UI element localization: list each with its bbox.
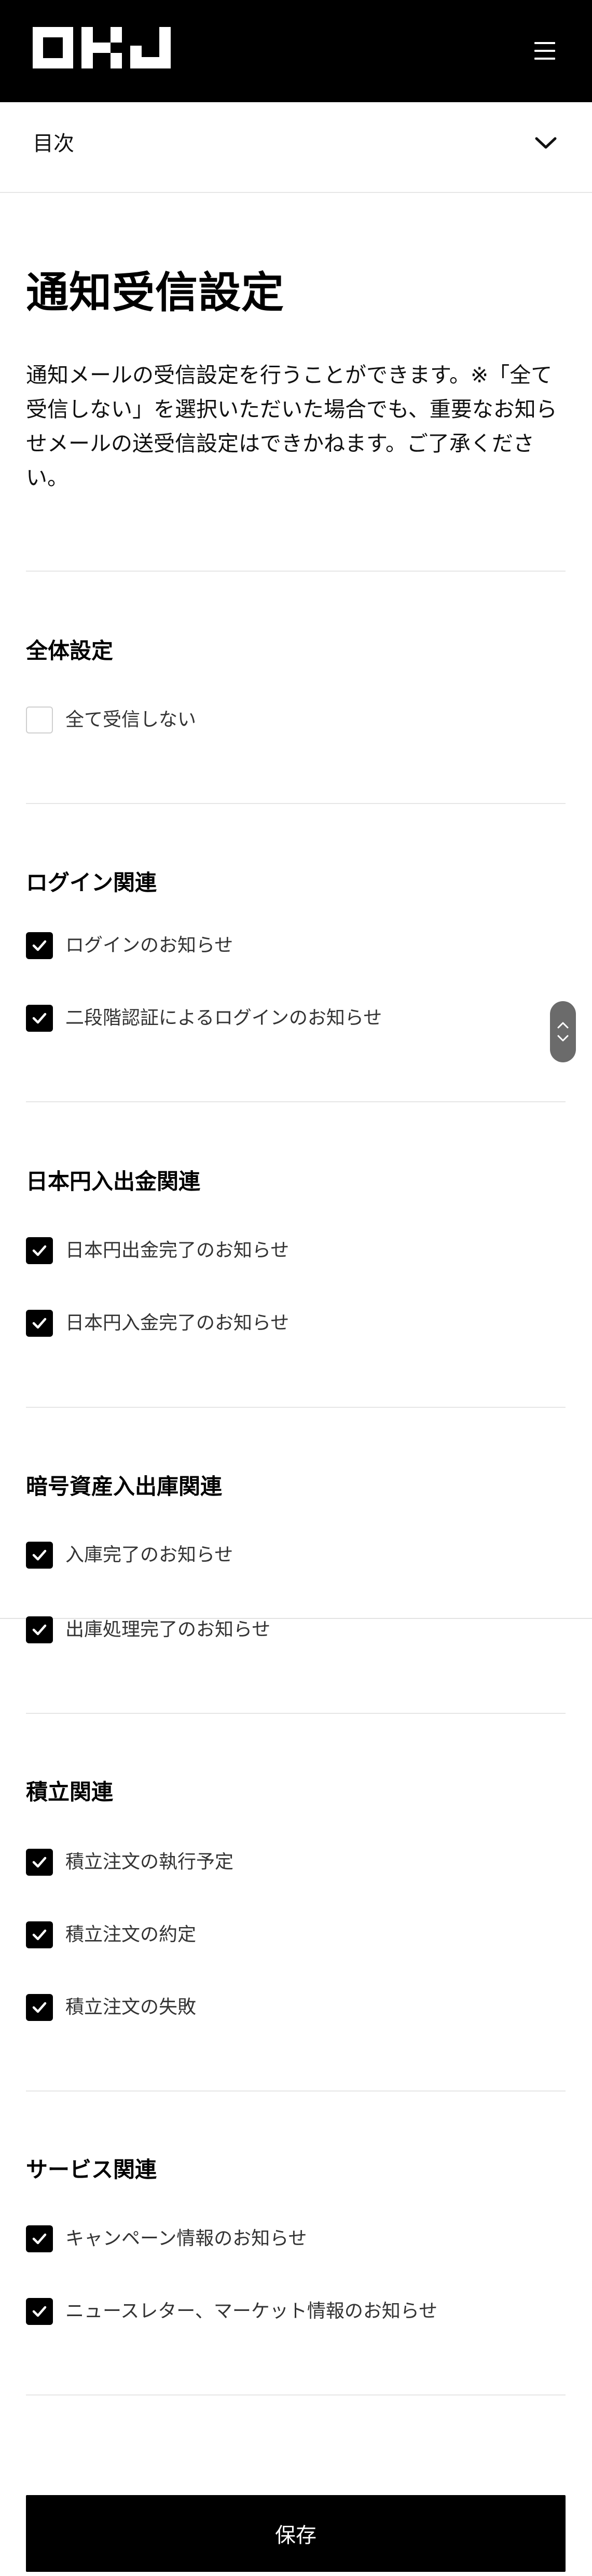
checkbox-checked[interactable] xyxy=(26,1310,53,1337)
section-title-login: ログイン関連 xyxy=(26,870,157,895)
option-jpy-withdraw[interactable]: 日本円出金完了のお知らせ xyxy=(26,1236,289,1265)
checkmark-icon xyxy=(32,2233,47,2245)
checkmark-icon xyxy=(32,940,47,951)
checkmark-icon xyxy=(32,1318,47,1329)
divider xyxy=(26,2090,566,2092)
checkbox-unchecked[interactable] xyxy=(26,707,53,733)
page-title: 通知受信設定 xyxy=(26,268,285,317)
chevron-down-icon[interactable] xyxy=(534,136,557,150)
option-accum-filled[interactable]: 積立注文の約定 xyxy=(26,1920,196,1949)
divider xyxy=(26,2394,566,2395)
section-title-crypto: 暗号資産入出庫関連 xyxy=(26,1474,223,1499)
option-receive-none[interactable]: 全て受信しない xyxy=(26,705,196,735)
section-title-accumulation: 積立関連 xyxy=(26,1779,114,1805)
option-crypto-deposit[interactable]: 入庫完了のお知らせ xyxy=(26,1541,233,1570)
option-newsletter[interactable]: ニュースレター、マーケット情報のお知らせ xyxy=(26,2297,437,2326)
checkmark-icon xyxy=(32,1624,47,1636)
option-campaign[interactable]: キャンペーン情報のお知らせ xyxy=(26,2224,307,2253)
option-label: 二段階認証によるログインのお知らせ xyxy=(65,1007,382,1029)
checkmark-icon xyxy=(32,1929,47,1941)
site-header xyxy=(0,0,592,102)
option-2fa-login-notice[interactable]: 二段階認証によるログインのお知らせ xyxy=(26,1004,382,1033)
checkmark-icon xyxy=(32,1013,47,1024)
option-label: 全て受信しない xyxy=(65,709,197,730)
option-label: 日本円出金完了のお知らせ xyxy=(65,1240,290,1261)
scroll-up-down-widget[interactable] xyxy=(550,1001,576,1062)
divider xyxy=(26,1407,566,1408)
option-label: キャンペーン情報のお知らせ xyxy=(65,2228,307,2249)
checkbox-checked[interactable] xyxy=(26,2298,53,2325)
chevron-down-icon[interactable] xyxy=(556,1034,570,1043)
hamburger-icon xyxy=(534,42,555,44)
checkbox-checked[interactable] xyxy=(26,2225,53,2252)
section-title-service: サービス関連 xyxy=(26,2157,157,2182)
option-accum-failed[interactable]: 積立注文の失敗 xyxy=(26,1993,196,2022)
checkbox-checked[interactable] xyxy=(26,1542,53,1569)
checkbox-checked[interactable] xyxy=(26,1921,53,1948)
checkmark-icon xyxy=(32,1245,47,1256)
divider xyxy=(26,571,566,572)
chevron-up-icon[interactable] xyxy=(556,1020,570,1030)
option-label: 日本円入金完了のお知らせ xyxy=(65,1312,290,1334)
option-label: 入庫完了のお知らせ xyxy=(65,1544,233,1566)
checkmark-icon xyxy=(32,2306,47,2317)
toc-dropdown[interactable]: 目次 xyxy=(0,102,592,193)
okj-logo[interactable] xyxy=(33,27,171,68)
option-label: 積立注文の執行予定 xyxy=(65,1851,234,1873)
option-label: 積立注文の約定 xyxy=(65,1924,197,1945)
option-label: 積立注文の失敗 xyxy=(65,1997,197,2018)
checkmark-icon xyxy=(32,2002,47,2013)
checkbox-checked[interactable] xyxy=(26,1616,53,1643)
hamburger-menu-button[interactable] xyxy=(529,36,560,65)
divider xyxy=(26,1713,566,1714)
checkbox-checked[interactable] xyxy=(26,1849,53,1876)
toc-label: 目次 xyxy=(33,132,74,156)
divider xyxy=(26,1101,566,1102)
save-button[interactable]: 保存 xyxy=(26,2495,566,2572)
divider xyxy=(26,803,566,804)
section-title-overall: 全体設定 xyxy=(26,638,114,663)
checkbox-checked[interactable] xyxy=(26,1237,53,1264)
checkmark-icon xyxy=(32,1549,47,1561)
option-jpy-deposit[interactable]: 日本円入金完了のお知らせ xyxy=(26,1309,289,1338)
checkbox-checked[interactable] xyxy=(26,1994,53,2021)
section-title-jpy: 日本円入出金関連 xyxy=(26,1169,201,1194)
option-label: ニュースレター、マーケット情報のお知らせ xyxy=(65,2301,438,2322)
checkbox-checked[interactable] xyxy=(26,1005,53,1032)
option-accum-schedule[interactable]: 積立注文の執行予定 xyxy=(26,1848,233,1877)
checkmark-icon xyxy=(32,1857,47,1868)
page-description: 通知メールの受信設定を行うことができます。※「全て受信しない」を選択いただいた場… xyxy=(26,363,557,490)
option-crypto-withdraw[interactable]: 出庫処理完了のお知らせ xyxy=(26,1615,270,1644)
checkbox-checked[interactable] xyxy=(26,932,53,959)
option-label: 出庫処理完了のお知らせ xyxy=(65,1619,271,1640)
option-label: ログインのお知らせ xyxy=(65,935,233,956)
option-login-notice[interactable]: ログインのお知らせ xyxy=(26,931,233,960)
